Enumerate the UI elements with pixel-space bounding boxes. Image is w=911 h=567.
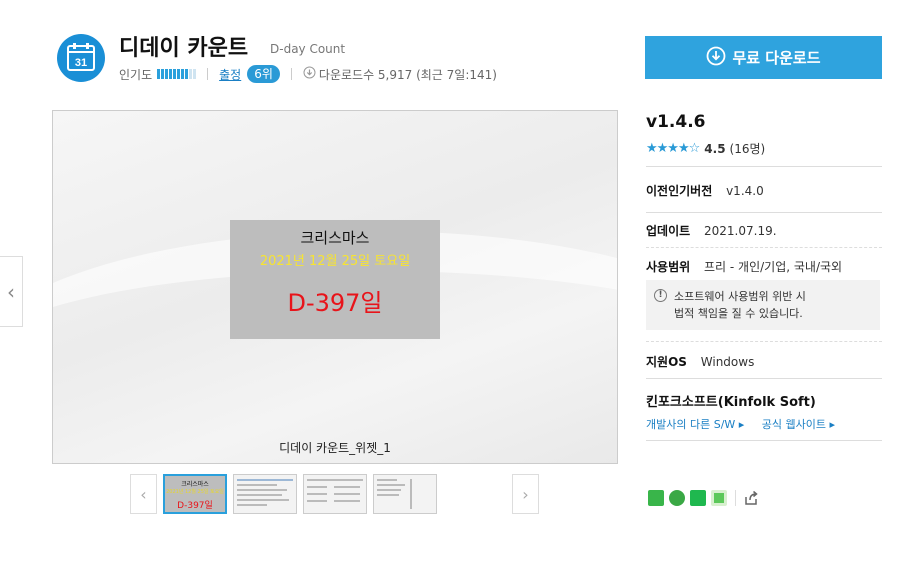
popularity-segment	[177, 69, 181, 79]
usage-label: 사용범위	[646, 260, 691, 274]
popularity-segment	[181, 69, 185, 79]
divider	[646, 341, 882, 342]
thumbnail-dday: D-397일	[177, 501, 213, 511]
developer-links: 개발사의 다른 S/W ▸ 공식 웹사이트 ▸	[646, 416, 835, 432]
rating-count: (16명)	[729, 142, 766, 156]
star-icon: ★★★★☆	[646, 141, 700, 156]
divider	[290, 68, 292, 80]
popularity-segment	[165, 69, 169, 79]
thumbnail-event-name: 크리스마스	[181, 481, 209, 488]
divider	[646, 166, 882, 167]
share-line-icon[interactable]	[711, 490, 727, 506]
thumbnail-1[interactable]: 크리스마스 2021년 12월 25일 토요일 D-397일	[163, 474, 227, 514]
thumb-next-arrow[interactable]: ›	[512, 474, 539, 514]
prev-version-value[interactable]: v1.4.0	[726, 184, 764, 198]
widget-event-name: 크리스마스	[300, 229, 370, 247]
divider	[646, 378, 882, 379]
os-row: 지원OS Windows	[646, 353, 754, 370]
update-label: 업데이트	[646, 224, 691, 238]
popularity-label: 인기도	[119, 67, 153, 82]
notice-line-1: 소프트웨어 사용범위 위반 시	[674, 290, 806, 303]
divider	[207, 68, 209, 80]
download-count-icon	[303, 66, 316, 82]
widget-dday-count: D-397일	[287, 289, 383, 317]
divider	[646, 212, 882, 213]
share-band-icon[interactable]	[648, 490, 664, 506]
popularity-segment	[169, 69, 173, 79]
dday-widget-preview: 크리스마스 2021년 12월 25일 토요일 D-397일	[230, 220, 440, 339]
app-meta: 인기도 출정 6위 다운로드수 5,917 (최근 7일:141)	[119, 64, 497, 84]
app-subtitle: D-day Count	[270, 42, 346, 56]
popularity-bar	[157, 69, 197, 79]
thumbnail-event-date: 2021년 12월 25일 토요일	[166, 489, 224, 495]
version: v1.4.6	[646, 112, 706, 132]
thumb-prev-arrow[interactable]: ‹	[130, 474, 157, 514]
popularity-segment	[161, 69, 165, 79]
category-link[interactable]: 출정	[219, 66, 241, 83]
notice-icon: !	[654, 289, 667, 302]
divider	[646, 247, 882, 248]
developer-other-software-link[interactable]: 개발사의 다른 S/W ▸	[646, 418, 744, 431]
download-button-label: 무료 다운로드	[732, 49, 821, 67]
download-count: 다운로드수 5,917 (최근 7일:141)	[318, 67, 497, 82]
divider	[646, 440, 882, 441]
usage-value: 프리 - 개인/기업, 국내/국외	[704, 260, 843, 274]
thumbnail-3[interactable]	[303, 474, 367, 514]
rating: ★★★★☆ 4.5 (16명)	[646, 140, 765, 157]
share-link-icon[interactable]	[743, 490, 759, 506]
thumbnail-2[interactable]	[233, 474, 297, 514]
free-download-button[interactable]: 무료 다운로드	[645, 36, 882, 79]
calendar-day-number: 31	[75, 57, 87, 69]
thumbnail-4[interactable]	[373, 474, 437, 514]
widget-event-date: 2021년 12월 25일 토요일	[259, 254, 411, 269]
developer-name: 킨포크소프트(Kinfolk Soft)	[646, 395, 816, 410]
prev-version-row: 이전인기버전 v1.4.0	[646, 182, 764, 199]
prev-version-label: 이전인기버전	[646, 184, 713, 198]
usage-row: 사용범위 프리 - 개인/기업, 국내/국외	[646, 258, 842, 275]
app-title: 디데이 카운트	[119, 36, 249, 61]
screenshot-viewer: 크리스마스 2021년 12월 25일 토요일 D-397일 디데이 카운트_위…	[52, 110, 618, 464]
popularity-segment	[157, 69, 161, 79]
os-label: 지원OS	[646, 355, 687, 369]
popularity-segment	[173, 69, 177, 79]
popularity-segment	[193, 69, 197, 79]
usage-notice: ! 소프트웨어 사용범위 위반 시 법적 책임을 질 수 있습니다.	[646, 280, 880, 330]
divider	[735, 490, 736, 506]
popularity-segment	[185, 69, 189, 79]
app-calendar-icon: 31	[57, 34, 105, 82]
download-icon	[706, 46, 732, 70]
share-kakaostory-icon[interactable]	[669, 490, 685, 506]
update-value: 2021.07.19.	[704, 224, 777, 238]
prev-screenshot-arrow[interactable]: ‹	[0, 256, 23, 327]
screenshot-caption: 디데이 카운트_위젯_1	[279, 441, 391, 455]
os-value: Windows	[700, 355, 755, 369]
popularity-segment	[189, 69, 193, 79]
update-row: 업데이트 2021.07.19.	[646, 222, 777, 239]
developer-website-link[interactable]: 공식 웹사이트 ▸	[762, 418, 835, 431]
share-naver-icon[interactable]	[690, 490, 706, 506]
rank-badge: 6위	[247, 65, 280, 83]
notice-line-2: 법적 책임을 질 수 있습니다.	[674, 307, 803, 320]
rating-value: 4.5	[704, 141, 726, 156]
